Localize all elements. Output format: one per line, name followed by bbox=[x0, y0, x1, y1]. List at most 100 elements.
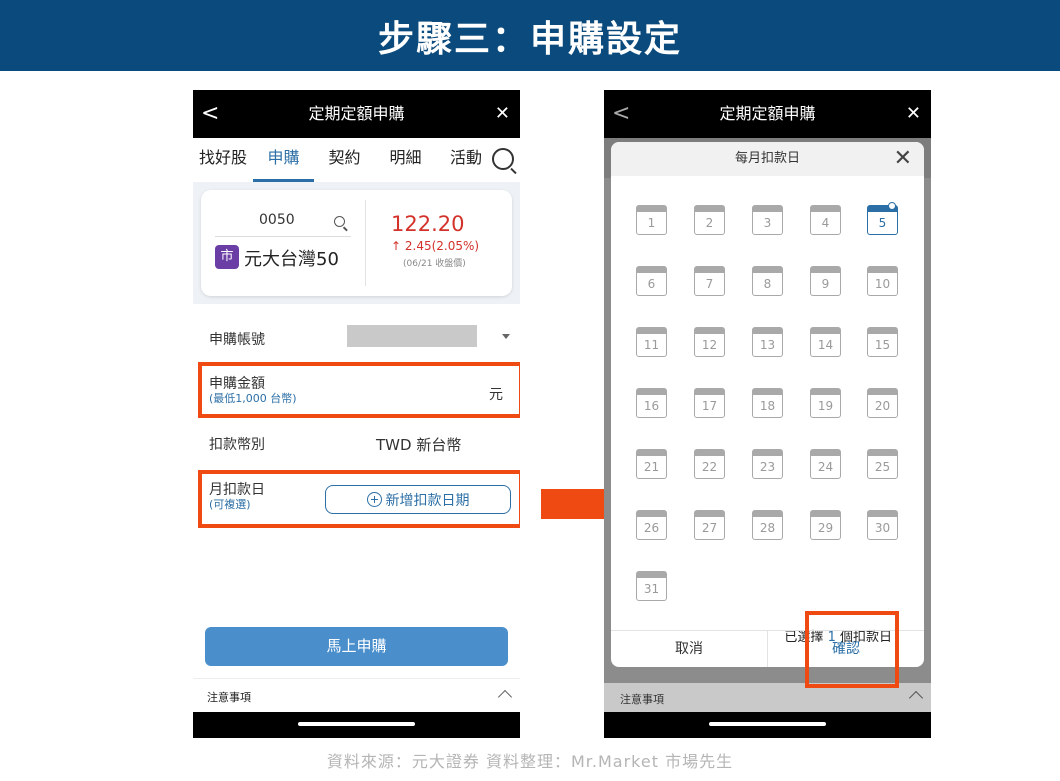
day-number: 19 bbox=[817, 399, 834, 413]
day-5-tile[interactable]: 5 bbox=[867, 202, 898, 235]
chevron-down-icon[interactable] bbox=[502, 334, 510, 339]
day-number: 4 bbox=[821, 216, 830, 230]
modal-header: 每月扣款日 ✕ bbox=[611, 142, 924, 176]
day-number: 30 bbox=[874, 521, 891, 535]
day-20-tile[interactable]: 20 bbox=[867, 388, 898, 418]
stock-price: 122.20 bbox=[391, 212, 465, 236]
stock-section: 0050 市 元大台灣50 122.20 ↑ 2.45(2.05%) (06/2… bbox=[193, 182, 520, 304]
day-number: 8 bbox=[763, 277, 772, 291]
day-number: 5 bbox=[878, 216, 887, 230]
day-10-tile[interactable]: 10 bbox=[867, 266, 898, 296]
calendar-icon-top bbox=[753, 389, 782, 395]
day-30-tile[interactable]: 30 bbox=[867, 510, 898, 540]
screen-title: 定期定額申購 bbox=[719, 104, 816, 123]
market-badge: 市 bbox=[215, 245, 239, 269]
day-23-tile[interactable]: 23 bbox=[752, 449, 783, 479]
day-25-tile[interactable]: 25 bbox=[867, 449, 898, 479]
chevron-up-icon[interactable] bbox=[497, 689, 513, 705]
calendar-icon-top bbox=[637, 450, 666, 456]
debit-day-modal: 每月扣款日 ✕ 1 2 3 4 5 6 7 8 9 10 11 12 13 14 15 16 17 18 19 20 2… bbox=[611, 142, 924, 667]
calendar-icon-top bbox=[811, 206, 840, 212]
calendar-icon-top bbox=[695, 328, 724, 334]
day-16-tile[interactable]: 16 bbox=[636, 388, 667, 418]
calendar-icon-top bbox=[811, 511, 840, 517]
tab-subscribe[interactable]: 申購 bbox=[253, 138, 314, 182]
calendar-icon-top bbox=[868, 450, 897, 456]
day-27-tile[interactable]: 27 bbox=[694, 510, 725, 540]
stock-code[interactable]: 0050 bbox=[259, 212, 295, 228]
stock-card: 0050 市 元大台灣50 122.20 ↑ 2.45(2.05%) (06/2… bbox=[201, 190, 512, 296]
day-17-tile[interactable]: 17 bbox=[694, 388, 725, 418]
day-6-tile[interactable]: 6 bbox=[636, 266, 667, 296]
card-divider bbox=[365, 200, 366, 286]
day-number: 25 bbox=[874, 460, 891, 474]
home-indicator bbox=[709, 722, 826, 726]
account-select[interactable] bbox=[347, 325, 477, 347]
day-number: 2 bbox=[705, 216, 714, 230]
close-icon[interactable]: ✕ bbox=[894, 147, 912, 171]
currency-value: TWD 新台幣 bbox=[376, 436, 462, 454]
calendar-icon-top bbox=[753, 511, 782, 517]
day-8-tile[interactable]: 8 bbox=[752, 266, 783, 296]
right-phone-screen: < 定期定額申購 ✕ 注意事項 每月扣款日 ✕ 1 2 3 4 5 6 7 8 9 10 11 12 1… bbox=[604, 90, 931, 738]
check-icon bbox=[888, 202, 896, 210]
calendar-icon-top bbox=[868, 267, 897, 273]
debit-day-highlight-box bbox=[198, 470, 520, 528]
day-number: 14 bbox=[817, 338, 834, 352]
calendar-icon-top bbox=[868, 328, 897, 334]
day-3-tile[interactable]: 3 bbox=[752, 205, 783, 235]
stock-change: ↑ 2.45(2.05%) bbox=[391, 239, 480, 253]
day-28-tile[interactable]: 28 bbox=[752, 510, 783, 540]
stock-search-icon[interactable] bbox=[334, 216, 345, 227]
day-15-tile[interactable]: 15 bbox=[867, 327, 898, 357]
day-12-tile[interactable]: 12 bbox=[694, 327, 725, 357]
screen-title: 定期定額申購 bbox=[308, 104, 405, 123]
day-9-tile[interactable]: 9 bbox=[810, 266, 841, 296]
day-22-tile[interactable]: 22 bbox=[694, 449, 725, 479]
cancel-button[interactable]: 取消 bbox=[611, 631, 767, 667]
search-icon[interactable] bbox=[492, 148, 514, 170]
calendar-icon-top bbox=[637, 572, 666, 578]
top-bar: < 定期定額申購 ✕ bbox=[604, 90, 931, 138]
day-21-tile[interactable]: 21 bbox=[636, 449, 667, 479]
day-13-tile[interactable]: 13 bbox=[752, 327, 783, 357]
calendar-icon-top bbox=[695, 206, 724, 212]
day-number: 15 bbox=[874, 338, 891, 352]
close-icon[interactable]: ✕ bbox=[495, 90, 510, 138]
tab-find-stock[interactable]: 找好股 bbox=[193, 138, 253, 182]
price-date-note: (06/21 收盤價) bbox=[403, 259, 466, 269]
day-number: 22 bbox=[701, 460, 718, 474]
day-number: 29 bbox=[817, 521, 834, 535]
day-number: 26 bbox=[643, 521, 660, 535]
close-icon[interactable]: ✕ bbox=[906, 90, 921, 138]
tab-events[interactable]: 活動 bbox=[436, 138, 496, 182]
day-18-tile[interactable]: 18 bbox=[752, 388, 783, 418]
chevron-up-icon[interactable] bbox=[908, 690, 924, 706]
day-26-tile[interactable]: 26 bbox=[636, 510, 667, 540]
calendar-icon-top bbox=[753, 450, 782, 456]
day-1-tile[interactable]: 1 bbox=[636, 205, 667, 235]
submit-button[interactable]: 馬上申購 bbox=[205, 627, 508, 666]
tab-details[interactable]: 明細 bbox=[375, 138, 436, 182]
day-29-tile[interactable]: 29 bbox=[810, 510, 841, 540]
day-number: 10 bbox=[874, 277, 891, 291]
day-19-tile[interactable]: 19 bbox=[810, 388, 841, 418]
calendar-icon-top bbox=[868, 389, 897, 395]
calendar-icon-top bbox=[637, 389, 666, 395]
day-4-tile[interactable]: 4 bbox=[810, 205, 841, 235]
day-24-tile[interactable]: 24 bbox=[810, 449, 841, 479]
account-label: 申購帳號 bbox=[209, 332, 265, 348]
calendar-icon-top bbox=[637, 511, 666, 517]
day-2-tile[interactable]: 2 bbox=[694, 205, 725, 235]
calendar-icon-top bbox=[637, 206, 666, 212]
calendar-icon-top bbox=[637, 267, 666, 273]
day-31-tile[interactable]: 31 bbox=[636, 571, 667, 601]
notes-bar[interactable]: 注意事項 bbox=[193, 678, 520, 712]
day-11-tile[interactable]: 11 bbox=[636, 327, 667, 357]
calendar-icon-top bbox=[753, 328, 782, 334]
day-14-tile[interactable]: 14 bbox=[810, 327, 841, 357]
stock-name: 元大台灣50 bbox=[244, 249, 339, 270]
day-7-tile[interactable]: 7 bbox=[694, 266, 725, 296]
home-indicator bbox=[298, 722, 415, 726]
tab-contract[interactable]: 契約 bbox=[314, 138, 375, 182]
